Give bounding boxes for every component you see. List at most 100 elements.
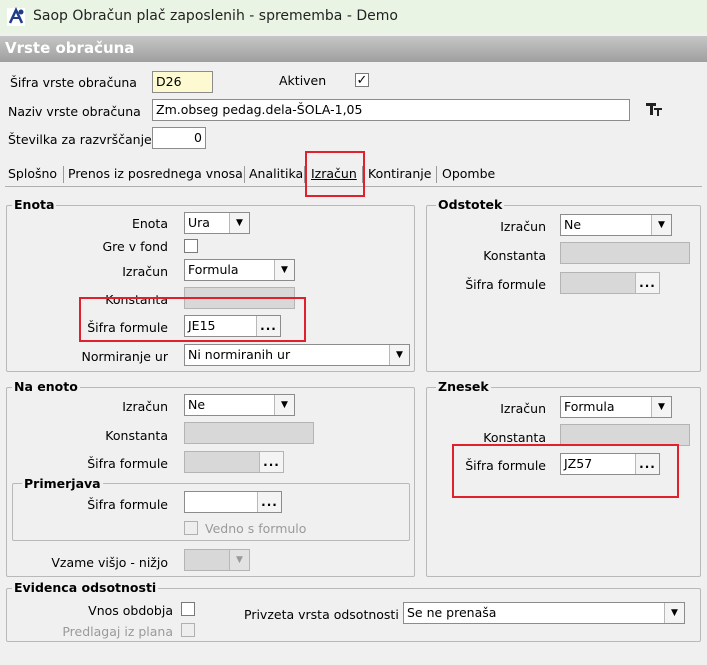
chevron-down-icon[interactable]: ▼	[651, 397, 671, 417]
enota-unit-label: Enota	[131, 216, 168, 231]
znesek-group-title: Znesek	[436, 379, 491, 394]
enota-izracun-value: Formula	[188, 262, 239, 277]
enota-izracun-select[interactable]: Formula ▼	[184, 259, 295, 281]
vnos-obdobja-checkbox[interactable]	[181, 602, 195, 616]
vedno-s-formulo-checkbox	[184, 521, 198, 535]
normiranje-select[interactable]: Ni normiranih ur ▼	[184, 344, 410, 366]
enota-unit-value: Ura	[188, 215, 210, 230]
odstotek-sifra-formule-label: Šifra formule	[465, 277, 546, 292]
na-enoto-izracun-select[interactable]: Ne ▼	[184, 394, 295, 416]
odstotek-konstanta-label: Konstanta	[483, 248, 546, 263]
primerjava-sifra-formule-label: Šifra formule	[87, 497, 168, 512]
check-icon: ✓	[356, 72, 368, 88]
aktiven-label: Aktiven	[279, 73, 327, 88]
vzame-visjo-value	[185, 550, 229, 570]
enota-sifra-formule-label: Šifra formule	[87, 320, 168, 335]
predlagaj-iz-plana-label: Predlagaj iz plana	[62, 624, 173, 639]
enota-unit-select[interactable]: Ura ▼	[184, 212, 250, 234]
stevilka-label: Številka za razvrščanje	[8, 132, 152, 147]
enota-konstanta-input	[184, 287, 295, 309]
chevron-down-icon[interactable]: ▼	[274, 395, 294, 415]
aktiven-checkbox[interactable]: ✓	[355, 73, 369, 87]
odstotek-group-title: Odstotek	[436, 197, 505, 212]
tab-prenos-label: Prenos iz posrednega vnosa	[68, 166, 243, 181]
ellipsis-button[interactable]: ...	[256, 316, 280, 336]
na-enoto-sifra-formule-field[interactable]: ...	[184, 451, 284, 473]
odstotek-sifra-formule-value	[561, 273, 635, 293]
znesek-sifra-formule-label: Šifra formule	[465, 458, 546, 473]
predlagaj-iz-plana-checkbox	[181, 623, 195, 637]
tab-separator	[436, 166, 437, 183]
tab-separator	[244, 166, 245, 183]
tab-kontiranje[interactable]: Kontiranje	[368, 166, 431, 181]
chevron-down-icon[interactable]: ▼	[274, 260, 294, 280]
znesek-konstanta-input	[560, 424, 690, 446]
chevron-down-icon[interactable]: ▼	[664, 603, 684, 623]
sifra-vrste-label: Šifra vrste obračuna	[10, 75, 137, 90]
normiranje-label: Normiranje ur	[81, 349, 169, 364]
znesek-sifra-formule-field[interactable]: JZ57 ...	[560, 453, 660, 475]
odstotek-izracun-select[interactable]: Ne ▼	[560, 214, 672, 236]
ellipsis-button[interactable]: ...	[257, 492, 281, 512]
evidenca-group-title: Evidenca odsotnosti	[12, 580, 159, 595]
ellipsis-button[interactable]: ...	[259, 452, 283, 472]
znesek-izracun-select[interactable]: Formula ▼	[560, 396, 672, 418]
ellipsis-button[interactable]: ...	[635, 273, 659, 293]
chevron-down-icon: ▼	[229, 550, 249, 570]
vzame-visjo-select: ▼	[184, 549, 250, 571]
enota-konstanta-label: Konstanta	[105, 292, 168, 307]
naziv-vrste-label: Naziv vrste obračuna	[8, 104, 141, 119]
odstotek-izracun-label: Izračun	[500, 219, 546, 234]
na-enoto-izracun-label: Izračun	[122, 399, 168, 414]
tab-opombe[interactable]: Opombe	[442, 166, 495, 181]
enota-sifra-formule-value[interactable]: JE15	[185, 316, 256, 336]
window-title: Saop Obračun plač zaposlenih - sprememba…	[33, 8, 398, 24]
naziv-vrste-input[interactable]: Zm.obseg pedag.dela-ŠOLA-1,05	[152, 99, 630, 121]
primerjava-sifra-formule-field[interactable]: ...	[184, 491, 282, 513]
enota-izracun-label: Izračun	[122, 264, 168, 279]
znesek-izracun-value: Formula	[564, 399, 615, 414]
vnos-obdobja-label: Vnos obdobja	[88, 603, 173, 618]
vzame-visjo-label: Vzame višjo - nižjo	[51, 555, 168, 570]
enota-sifra-formule-field[interactable]: JE15 ...	[184, 315, 281, 337]
privzeta-vrsta-value: Se ne prenaša	[407, 605, 497, 620]
gre-v-fond-checkbox[interactable]	[184, 239, 198, 253]
znesek-sifra-formule-value[interactable]: JZ57	[561, 454, 635, 474]
ellipsis-button[interactable]: ...	[635, 454, 659, 474]
tab-strip: Splošno Prenos iz posrednega vnosa Anali…	[5, 163, 702, 187]
text-format-icon[interactable]	[645, 101, 663, 117]
na-enoto-group-title: Na enoto	[12, 379, 80, 394]
vedno-s-formulo-label: Vedno s formulo	[205, 521, 307, 536]
na-enoto-sifra-formule-label: Šifra formule	[87, 456, 168, 471]
tab-splosno-label: Splošno	[8, 166, 58, 181]
app-icon	[7, 7, 25, 26]
znesek-izracun-label: Izračun	[500, 401, 546, 416]
na-enoto-sifra-formule-value	[185, 452, 259, 472]
privzeta-vrsta-label: Privzeta vrsta odsotnosti	[244, 607, 399, 622]
tab-opombe-label: Opombe	[442, 166, 496, 181]
chevron-down-icon[interactable]: ▼	[651, 215, 671, 235]
stevilka-input[interactable]: 0	[152, 127, 206, 149]
enota-group-title: Enota	[12, 197, 57, 212]
normiranje-value: Ni normiranih ur	[188, 347, 291, 362]
chevron-down-icon[interactable]: ▼	[389, 345, 409, 365]
tab-splosno[interactable]: Splošno	[8, 166, 57, 181]
primerjava-sifra-formule-value[interactable]	[185, 492, 257, 512]
tab-prenos[interactable]: Prenos iz posrednega vnosa	[68, 166, 243, 181]
privzeta-vrsta-select[interactable]: Se ne prenaša ▼	[403, 602, 685, 624]
odstotek-izracun-value: Ne	[564, 217, 582, 232]
tab-separator	[304, 166, 305, 183]
window-titlebar: Saop Obračun plač zaposlenih - sprememba…	[0, 0, 707, 34]
tab-analitika[interactable]: Analitika	[249, 166, 303, 181]
tab-analitika-label: Analitika	[249, 166, 304, 181]
chevron-down-icon[interactable]: ▼	[229, 213, 249, 233]
sifra-vrste-input[interactable]: D26	[152, 71, 213, 93]
tab-izracun-label: Izračun	[311, 166, 357, 181]
odstotek-konstanta-input	[560, 242, 690, 264]
na-enoto-konstanta-label: Konstanta	[105, 428, 168, 443]
form-title: Vrste obračuna	[0, 36, 707, 62]
na-enoto-konstanta-input	[184, 422, 314, 444]
tab-izracun[interactable]: Izračun	[311, 166, 357, 181]
na-enoto-izracun-value: Ne	[188, 397, 206, 412]
odstotek-sifra-formule-field[interactable]: ...	[560, 272, 660, 294]
